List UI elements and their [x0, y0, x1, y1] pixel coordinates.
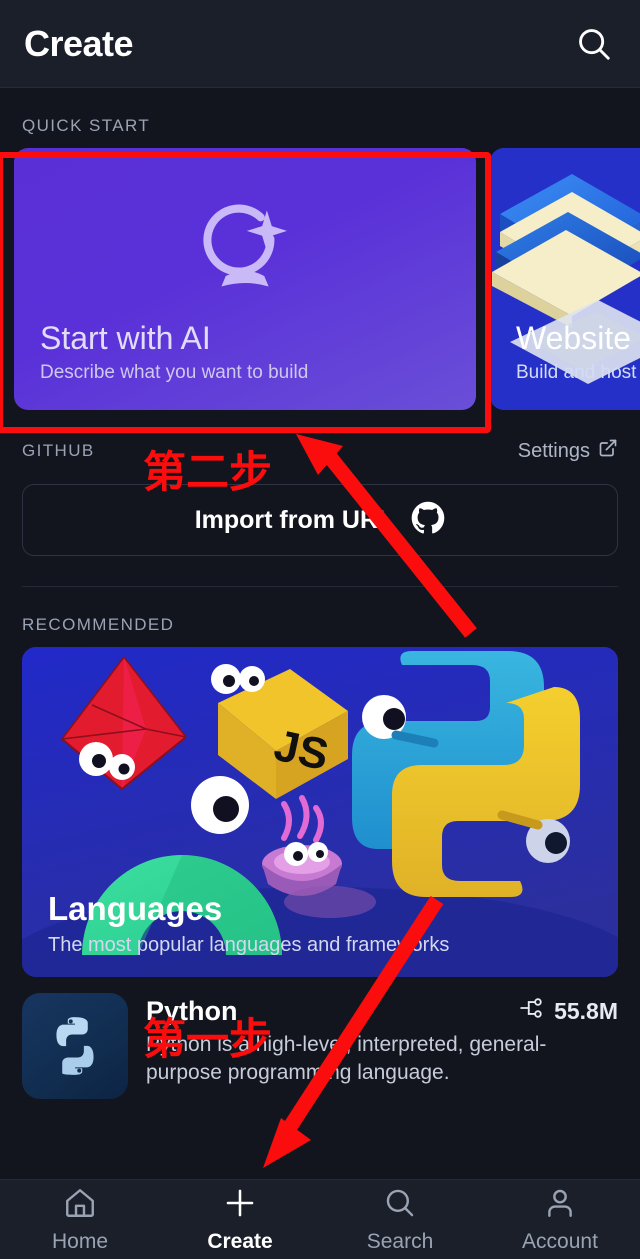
card-title: Start with AI	[40, 319, 211, 356]
page-title: Create	[24, 22, 134, 64]
list-item-head: Python 55.8M	[146, 995, 618, 1027]
fork-network-icon	[519, 995, 545, 1027]
list-item-body: Python 55.8M Python is a high-level, int…	[146, 993, 618, 1099]
card-title: Languages	[48, 890, 223, 927]
quick-start-carousel[interactable]: Start with AI Describe what you want to …	[0, 148, 640, 410]
github-settings-link[interactable]: Settings	[518, 438, 618, 464]
start-with-ai-text: Start with AI Describe what you want to …	[40, 319, 456, 384]
languages-card-text: Languages The most popular languages and…	[48, 890, 598, 957]
settings-label: Settings	[517, 439, 590, 462]
import-from-url-button[interactable]: Import from URL	[22, 484, 618, 556]
python-logo-icon	[22, 993, 128, 1099]
tab-search[interactable]: Search	[320, 1186, 480, 1254]
app-screen: Create QUICK START Start with AI Describ…	[0, 0, 640, 1259]
tab-home[interactable]: Home	[0, 1186, 160, 1254]
scroll-content[interactable]: QUICK START Start with AI Describe what …	[0, 88, 640, 1179]
person-icon	[543, 1186, 577, 1225]
fork-count-value: 55.8M	[554, 997, 618, 1024]
card-subtitle: Describe what you want to build	[40, 362, 309, 383]
tab-label: Home	[51, 1229, 109, 1253]
tab-account[interactable]: Account	[480, 1186, 640, 1254]
github-icon	[411, 501, 445, 540]
card-subtitle: The most popular languages and framework…	[48, 934, 450, 956]
github-section-header: GITHUB Settings	[0, 410, 640, 476]
bottom-tab-bar: Home Create Search Account	[0, 1179, 640, 1259]
language-name: Python	[146, 995, 238, 1026]
search-icon	[383, 1186, 417, 1225]
fork-count: 55.8M	[519, 995, 618, 1027]
quick-start-section-label: QUICK START	[22, 116, 151, 135]
recommended-section-label: RECOMMENDED	[22, 615, 175, 634]
card-subtitle: Build and host	[516, 362, 637, 383]
tab-label: Search	[366, 1229, 434, 1253]
ai-sparkle-crystal-ball-icon	[14, 192, 476, 304]
list-item[interactable]: Python 55.8M Python is a high-level, int…	[0, 977, 640, 1099]
github-import-wrap: Import from URL	[0, 476, 640, 556]
tab-label: Account	[522, 1229, 598, 1253]
github-section-label: GITHUB	[22, 441, 95, 460]
external-link-icon	[598, 438, 618, 464]
start-with-ai-card[interactable]: Start with AI Describe what you want to …	[14, 148, 476, 410]
tab-create[interactable]: Create	[160, 1186, 320, 1254]
home-icon	[63, 1186, 97, 1225]
tab-label: Create	[207, 1229, 273, 1253]
search-icon[interactable]	[572, 22, 616, 66]
card-title: Website	[516, 319, 632, 356]
languages-card[interactable]: JS Languages The most popular languages …	[22, 647, 618, 977]
website-text: Website Build and host	[516, 319, 640, 384]
import-label: Import from URL	[194, 505, 394, 534]
plus-icon	[223, 1186, 257, 1225]
app-header: Create	[0, 0, 640, 88]
language-description: Python is a high-level, interpreted, gen…	[146, 1033, 547, 1084]
website-card[interactable]: Website Build and host	[490, 148, 640, 410]
